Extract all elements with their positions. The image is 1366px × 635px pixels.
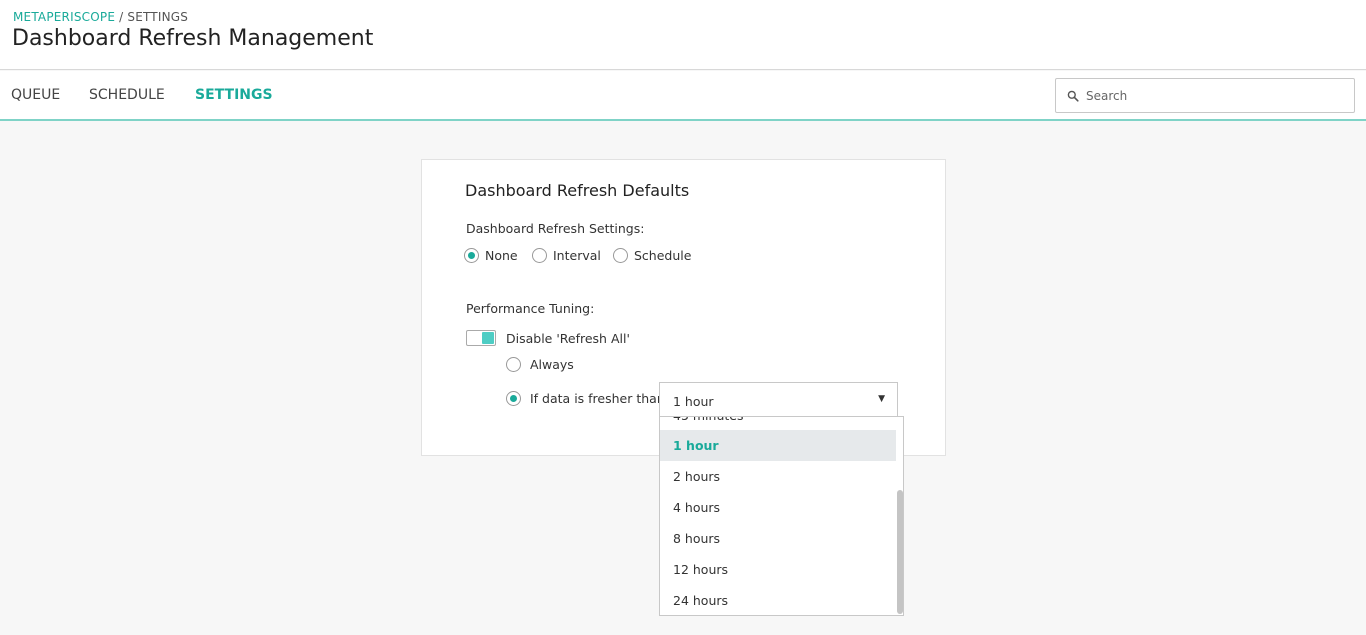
dropdown-option-45-minutes[interactable]: 45 minutes bbox=[660, 417, 896, 431]
search-input[interactable] bbox=[1086, 86, 1341, 106]
toggle-knob bbox=[482, 332, 494, 344]
radio-always-label: Always bbox=[530, 357, 574, 372]
dropdown-option-4-hours[interactable]: 4 hours bbox=[660, 492, 896, 523]
breadcrumb-app-link[interactable]: METAPERISCOPE bbox=[13, 10, 115, 24]
radio-option-fresher-than[interactable]: If data is fresher than bbox=[506, 391, 666, 407]
dropdown-option-8-hours[interactable]: 8 hours bbox=[660, 523, 896, 554]
dropdown-option-2-hours[interactable]: 2 hours bbox=[660, 461, 896, 492]
tab-bar: QUEUE SCHEDULE SETTINGS bbox=[0, 71, 1366, 121]
tab-schedule[interactable]: SCHEDULE bbox=[89, 87, 165, 103]
radio-schedule-label: Schedule bbox=[634, 248, 692, 263]
refresh-settings-label: Dashboard Refresh Settings: bbox=[466, 221, 645, 236]
page-header: METAPERISCOPE / SETTINGS Dashboard Refre… bbox=[0, 0, 1366, 70]
radio-fresher-than-label: If data is fresher than bbox=[530, 391, 665, 406]
radio-option-interval[interactable]: Interval bbox=[532, 248, 602, 264]
page-title: Dashboard Refresh Management bbox=[12, 26, 374, 51]
radio-schedule[interactable] bbox=[613, 248, 628, 263]
radio-always[interactable] bbox=[506, 357, 521, 372]
radio-interval-label: Interval bbox=[553, 248, 601, 263]
tab-settings[interactable]: SETTINGS bbox=[195, 87, 273, 103]
caret-down-icon: ▼ bbox=[878, 394, 885, 404]
dropdown-option-24-hours[interactable]: 24 hours bbox=[660, 585, 896, 615]
breadcrumb: METAPERISCOPE / SETTINGS bbox=[13, 10, 188, 24]
freshness-select-value: 1 hour bbox=[673, 394, 714, 409]
radio-option-none[interactable]: None bbox=[464, 248, 524, 264]
radio-option-schedule[interactable]: Schedule bbox=[613, 248, 693, 264]
tab-queue[interactable]: QUEUE bbox=[11, 87, 60, 103]
radio-option-always[interactable]: Always bbox=[506, 357, 586, 373]
breadcrumb-section: SETTINGS bbox=[127, 10, 189, 24]
search-box[interactable] bbox=[1055, 78, 1355, 113]
disable-refresh-all-label: Disable 'Refresh All' bbox=[506, 331, 630, 346]
radio-interval[interactable] bbox=[532, 248, 547, 263]
dropdown-option-12-hours[interactable]: 12 hours bbox=[660, 554, 896, 585]
breadcrumb-separator: / bbox=[115, 10, 128, 24]
performance-tuning-label: Performance Tuning: bbox=[466, 301, 595, 316]
dropdown-option-1-hour[interactable]: 1 hour bbox=[660, 430, 896, 461]
dropdown-scrollbar[interactable] bbox=[897, 490, 903, 614]
freshness-select[interactable]: 1 hour ▼ bbox=[659, 382, 898, 417]
radio-none-label: None bbox=[485, 248, 518, 263]
card-title: Dashboard Refresh Defaults bbox=[465, 181, 690, 200]
radio-none[interactable] bbox=[464, 248, 479, 263]
freshness-dropdown-menu[interactable]: 45 minutes 1 hour 2 hours 4 hours 8 hour… bbox=[659, 416, 904, 616]
disable-refresh-all-toggle[interactable] bbox=[466, 330, 496, 346]
search-icon bbox=[1067, 90, 1079, 102]
radio-fresher-than[interactable] bbox=[506, 391, 521, 406]
